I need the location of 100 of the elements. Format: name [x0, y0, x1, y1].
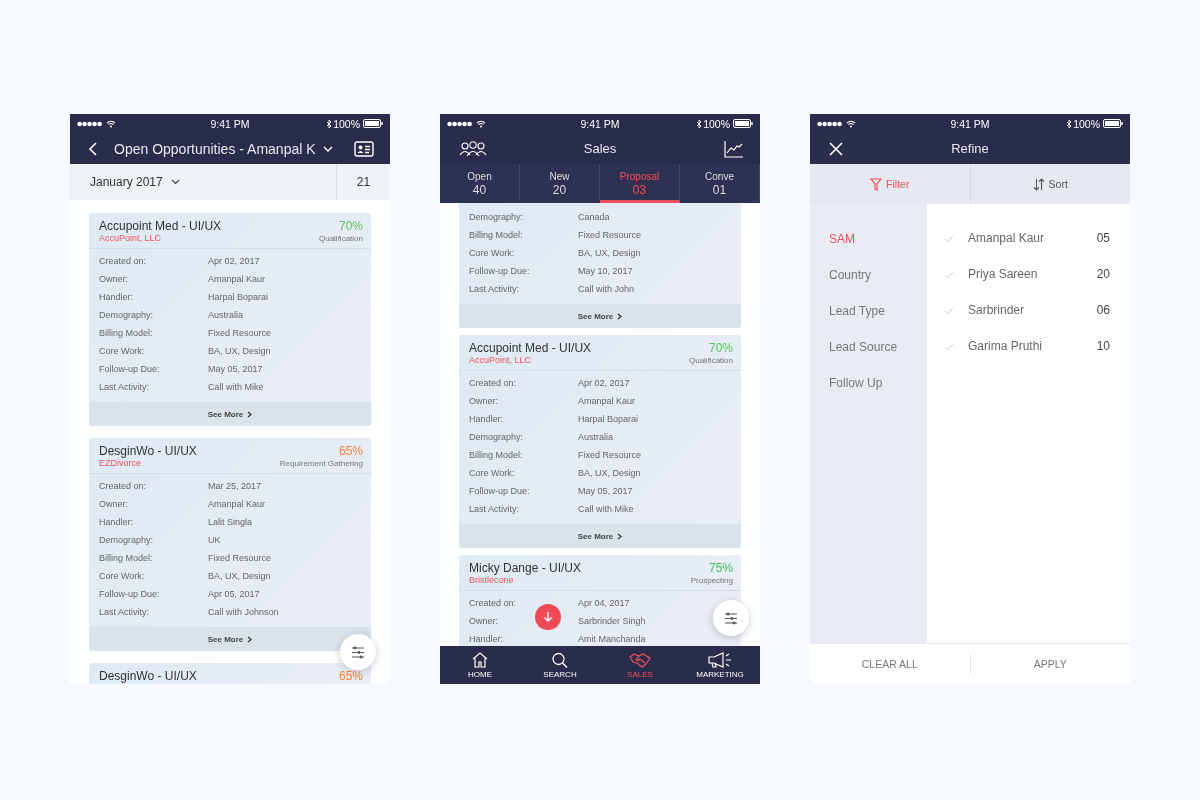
opportunity-card[interactable]: DesginWo - UI/UX 65% — [89, 663, 371, 684]
field-value: BA, UX, Design — [578, 248, 641, 258]
team-icon[interactable] — [458, 139, 488, 158]
bluetooth-icon — [696, 118, 703, 129]
see-more-link[interactable]: See More — [89, 627, 371, 651]
filter-category[interactable]: Lead Type — [810, 301, 927, 337]
probability-percent: 70% — [338, 219, 363, 233]
refine-tab[interactable]: Sort — [969, 164, 1130, 204]
battery-percent: 100% — [703, 117, 730, 130]
option-count: 06 — [1096, 302, 1110, 319]
nav-tab[interactable]: SEARCH — [520, 646, 600, 684]
probability-percent: 70% — [708, 341, 733, 355]
screen-title: Open Opportunities - Amanpal K — [114, 140, 316, 157]
field-value: Call with Mike — [578, 504, 634, 514]
field-value: UK — [208, 535, 221, 545]
field-value: Lalit Singla — [208, 517, 253, 527]
sliders-icon[interactable] — [724, 611, 738, 625]
field-label: Created on: — [469, 598, 517, 608]
battery-icon — [1103, 119, 1123, 128]
field-label: Handler: — [99, 517, 134, 527]
filter-category[interactable]: Lead Source — [810, 337, 927, 373]
field-value: Australia — [208, 310, 243, 320]
field-label: Handler: — [99, 292, 134, 302]
field-value: Fixed Resource — [208, 328, 272, 338]
chevron-right-icon[interactable] — [617, 312, 623, 320]
option-name[interactable]: Garima Pruthi — [968, 337, 1043, 355]
close-icon[interactable] — [828, 140, 844, 157]
opportunity-title: Accupoint Med - UI/UX — [469, 341, 592, 355]
chevron-right-icon[interactable] — [617, 532, 623, 540]
field-value: Call with Mike — [208, 382, 264, 392]
check-icon[interactable] — [944, 271, 954, 279]
battery-percent: 100% — [333, 117, 360, 130]
see-more-link[interactable]: See More — [459, 304, 741, 328]
field-label: Core Work: — [99, 346, 145, 356]
wifi-icon — [476, 119, 486, 128]
field-label: Demography: — [99, 535, 154, 545]
check-icon[interactable] — [944, 307, 954, 315]
field-label: Handler: — [469, 414, 504, 424]
field-label: Follow-up Due: — [99, 589, 160, 599]
probability-percent: 75% — [708, 561, 733, 575]
field-label: Last Activity: — [469, 504, 520, 514]
opportunity-card[interactable]: Micky Dange - UI/UX 75% Bristlecone Prospecting Created on: Apr 04, 2017 Owner: Sarbrinder Singh Handler: Amit Manchanda — [459, 555, 741, 646]
see-more-link[interactable]: See More — [459, 524, 741, 548]
field-value: Canada — [578, 212, 610, 222]
sliders-icon[interactable] — [351, 645, 365, 659]
chevron-right-icon[interactable] — [247, 635, 253, 643]
field-label: Demography: — [469, 432, 524, 442]
megaphone-icon[interactable] — [707, 651, 733, 668]
back-icon[interactable] — [88, 140, 98, 157]
home-icon[interactable] — [471, 651, 489, 668]
field-value: Apr 05, 2017 — [208, 589, 260, 599]
filter-category[interactable]: Follow Up — [810, 373, 927, 409]
battery-icon — [733, 119, 753, 128]
signal-icon — [447, 120, 473, 127]
opportunity-title: Accupoint Med - UI/UX — [99, 219, 222, 233]
field-label: Billing Model: — [99, 553, 153, 563]
field-value: Mar 25, 2017 — [208, 481, 262, 491]
option-name[interactable]: Sarbrinder — [968, 301, 1025, 319]
opportunity-card[interactable]: Demography: Canada Billing Model: Fixed Resource Core Work: BA, UX, Design Follow-up Due: May 10, 2017 Last Activity: Call with John See More — [459, 203, 741, 328]
signal-icon — [817, 120, 843, 127]
chevron-down-icon[interactable] — [170, 179, 180, 185]
option-name[interactable]: Priya Sareen — [968, 265, 1038, 283]
handshake-icon[interactable] — [629, 651, 651, 668]
field-label: Last Activity: — [469, 284, 520, 294]
status-time: 9:41 PM — [580, 117, 620, 130]
nav-tab[interactable]: HOME — [440, 646, 520, 684]
option-count: 05 — [1096, 230, 1110, 247]
footer-button[interactable]: CLEAR ALL — [810, 654, 970, 674]
opportunity-title: Micky Dange - UI/UX — [469, 561, 582, 575]
filter-icon[interactable] — [870, 177, 883, 191]
nav-tab[interactable]: MARKETING — [680, 646, 760, 684]
search-icon[interactable] — [551, 651, 569, 668]
stage-label: Qualification — [688, 356, 733, 365]
chart-icon[interactable] — [724, 139, 744, 158]
status-time: 9:41 PM — [950, 117, 990, 130]
field-label: Core Work: — [469, 468, 515, 478]
check-icon[interactable] — [944, 235, 954, 243]
see-more-link[interactable]: See More — [89, 402, 371, 426]
bluetooth-icon — [326, 118, 333, 129]
field-label: Owner: — [99, 499, 128, 509]
filter-category[interactable]: Country — [810, 265, 927, 301]
field-value: Amit Manchanda — [578, 634, 646, 644]
footer-button[interactable]: APPLY — [969, 654, 1130, 674]
field-value: BA, UX, Design — [208, 571, 271, 581]
option-name[interactable]: Amanpal Kaur — [968, 229, 1045, 247]
sort-icon[interactable] — [1032, 177, 1045, 191]
field-label: Created on: — [469, 378, 517, 388]
field-value: BA, UX, Design — [578, 468, 641, 478]
company-name: Bristlecone — [469, 575, 514, 585]
nav-tab[interactable]: SALES — [600, 646, 680, 684]
field-value: May 05, 2017 — [208, 364, 263, 374]
arrow-down-icon[interactable] — [543, 611, 553, 623]
chevron-right-icon[interactable] — [247, 410, 253, 418]
stage-label: Qualification — [318, 234, 363, 243]
check-icon[interactable] — [944, 343, 954, 351]
signal-icon — [77, 120, 103, 127]
contact-card-icon[interactable] — [354, 140, 374, 157]
option-count: 10 — [1096, 338, 1110, 355]
opportunity-title: DesginWo - UI/UX — [99, 669, 197, 683]
month-selector[interactable]: January 2017 — [70, 175, 180, 189]
